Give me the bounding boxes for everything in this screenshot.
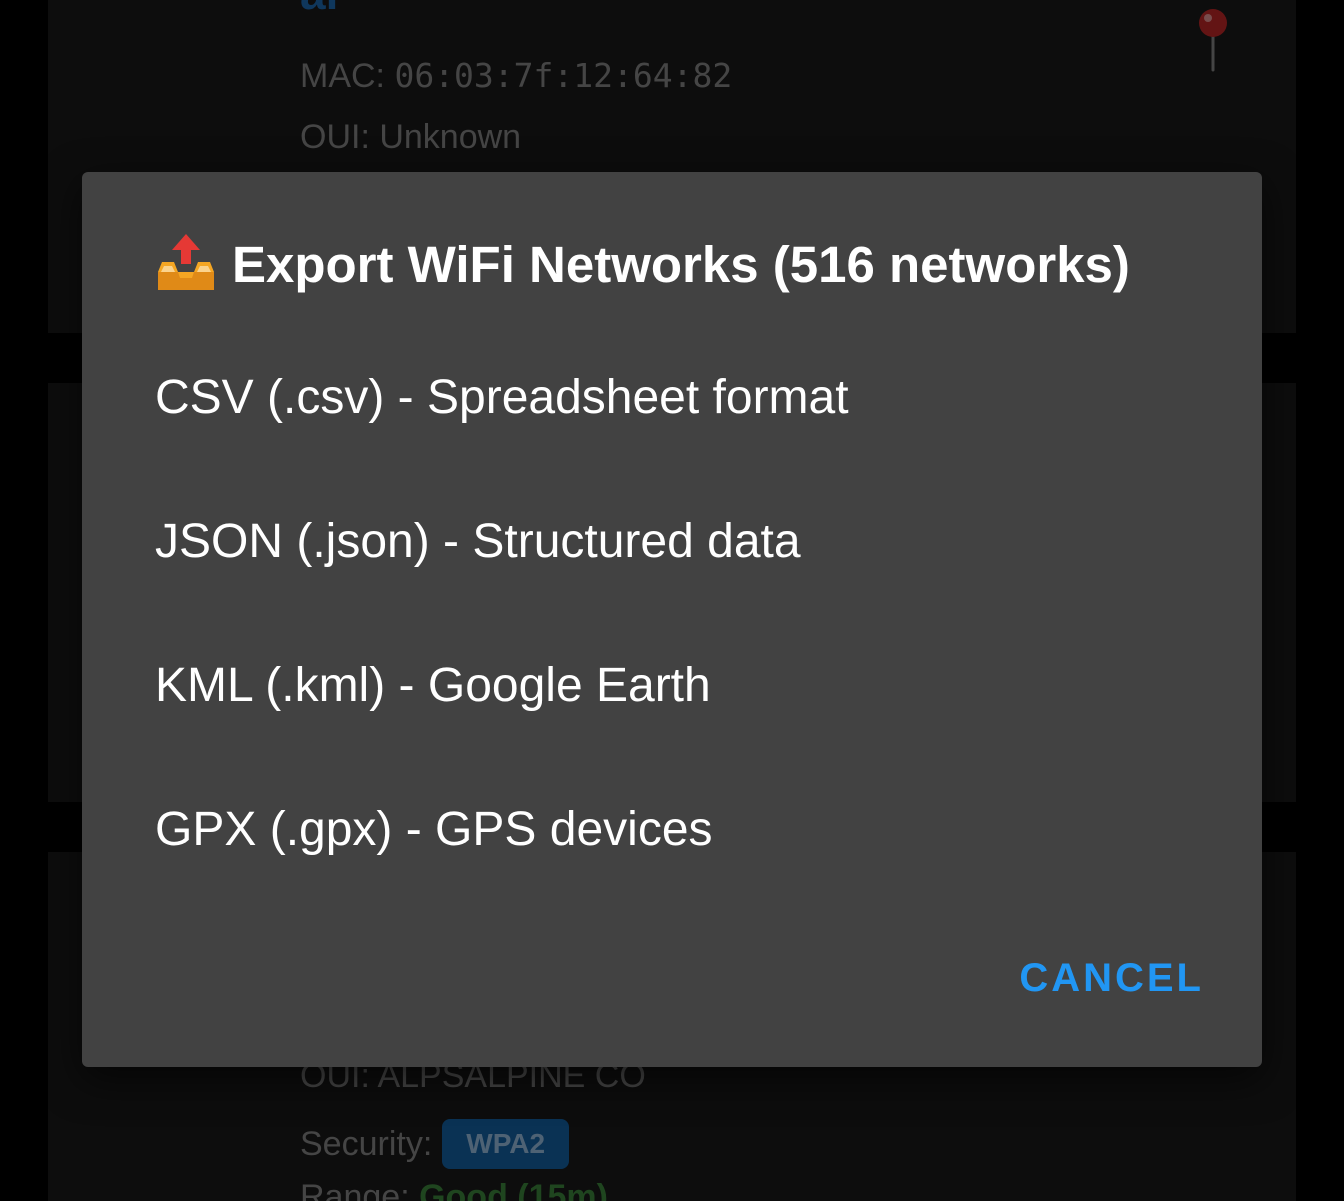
export-option-json[interactable]: JSON (.json) - Structured data: [82, 469, 1262, 613]
export-option-gpx[interactable]: GPX (.gpx) - GPS devices: [82, 757, 1262, 901]
export-option-csv[interactable]: CSV (.csv) - Spreadsheet format: [82, 325, 1262, 469]
cancel-button[interactable]: CANCEL: [1017, 952, 1206, 1005]
dialog-title: Export WiFi Networks (516 networks): [154, 232, 1130, 296]
app-screen: ar MAC: 06:03:7f:12:64:82 OUI: Unknown O…: [0, 0, 1344, 1201]
export-dialog: Export WiFi Networks (516 networks) CSV …: [82, 172, 1262, 1067]
outbox-tray-icon: [158, 234, 214, 290]
dialog-title-text: Export WiFi Networks (516 networks): [232, 235, 1130, 293]
export-option-kml[interactable]: KML (.kml) - Google Earth: [82, 613, 1262, 757]
